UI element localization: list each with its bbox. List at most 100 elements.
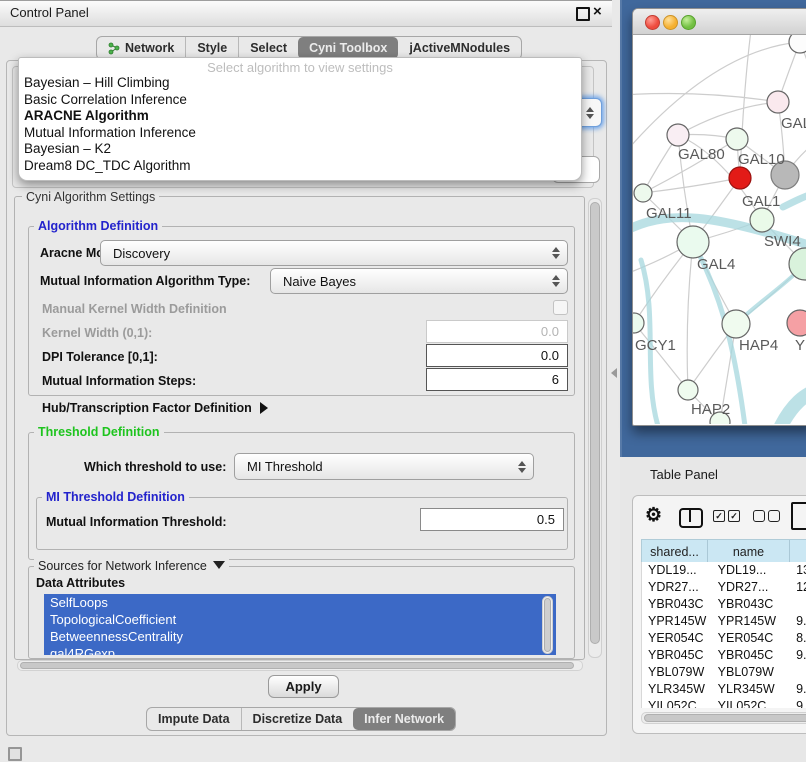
node-swi4[interactable]: [750, 208, 774, 232]
dropdown-item[interactable]: ARACNE Algorithm: [19, 108, 581, 125]
table-row[interactable]: YPR145WYPR145W9.: [642, 613, 806, 630]
network-icon: [108, 42, 121, 55]
tab-jactivemnodules[interactable]: jActiveMNodules: [398, 37, 521, 59]
column-header[interactable]: name: [708, 540, 790, 563]
settings-hscrollbar-thumb[interactable]: [20, 662, 574, 669]
node-gal11[interactable]: [634, 184, 652, 202]
dropdown-item[interactable]: Bayesian – K2: [19, 141, 581, 158]
tab-label: Style: [197, 41, 227, 55]
tab-style[interactable]: Style: [185, 37, 238, 59]
cell: YBR045C: [712, 647, 792, 664]
control-panel-title: Control Panel: [10, 5, 89, 20]
table-row[interactable]: YLR345WYLR345W9.: [642, 681, 806, 698]
cell: YDR27...: [642, 579, 712, 596]
node-gal4[interactable]: [677, 226, 709, 258]
table-row[interactable]: YBL079WYBL079W: [642, 664, 806, 681]
node-gal10[interactable]: [726, 128, 748, 150]
table-row[interactable]: YBR043CYBR043C: [642, 596, 806, 613]
hub-definition-toggle[interactable]: Hub/Transcription Factor Definition: [42, 401, 268, 415]
mi-steps-field[interactable]: 6: [426, 368, 568, 391]
dropdown-item[interactable]: Dream8 DC_TDC Algorithm: [19, 158, 581, 175]
float-window-icon[interactable]: [576, 7, 590, 21]
hub-definition-label: Hub/Transcription Factor Definition: [42, 401, 252, 415]
unchecked-checkbox-icon[interactable]: [753, 510, 765, 522]
settings-vscrollbar-thumb[interactable]: [590, 202, 600, 644]
cell: YDL19...: [642, 562, 712, 579]
manual-kernel-checkbox[interactable]: [553, 300, 568, 315]
tab-select[interactable]: Select: [238, 37, 298, 59]
dropdown-item[interactable]: Mutual Information Inference: [19, 125, 581, 142]
node-hap4[interactable]: [722, 310, 750, 338]
dropdown-item[interactable]: Bayesian – Hill Climbing: [19, 75, 581, 92]
table-row[interactable]: YDL19...YDL19...13: [642, 562, 806, 579]
node-gal80[interactable]: [667, 124, 689, 146]
which-threshold-value: MI Threshold: [235, 459, 323, 474]
cell: YBL079W: [642, 664, 712, 681]
cell: 9.: [792, 647, 806, 664]
kernel-width-field[interactable]: 0.0: [426, 320, 568, 343]
node-unlabeled[interactable]: [789, 35, 806, 53]
splitter-collapse-icon[interactable]: [611, 368, 617, 378]
minimized-panel-icon[interactable]: [8, 747, 22, 761]
checked-checkbox-icon[interactable]: ✓: [713, 510, 725, 522]
data-attributes-list[interactable]: SelfLoops TopologicalCoefficient Between…: [44, 594, 556, 655]
node-gal-cut[interactable]: [767, 91, 789, 113]
table-hscrollbar[interactable]: [641, 712, 806, 724]
show-columns-icon[interactable]: [679, 508, 703, 528]
close-traffic-light-icon[interactable]: [645, 15, 660, 30]
tab-label: Infer Network: [364, 712, 444, 726]
apply-button[interactable]: Apply: [268, 675, 339, 698]
table-hscrollbar-thumb[interactable]: [644, 714, 806, 722]
node-gal1[interactable]: [729, 167, 751, 189]
export-table-icon[interactable]: [791, 502, 806, 530]
attributes-vscrollbar[interactable]: [542, 596, 553, 654]
list-item[interactable]: SelfLoops: [44, 594, 556, 611]
mi-steps-label: Mutual Information Steps:: [42, 374, 196, 388]
table-row[interactable]: YBR045CYBR045C9.: [642, 647, 806, 664]
node-label: GAL80: [678, 146, 725, 163]
zoom-traffic-light-icon[interactable]: [681, 15, 696, 30]
dpi-tolerance-field[interactable]: 0.0: [426, 344, 568, 367]
node-label: HAP2: [691, 401, 730, 418]
list-item[interactable]: gal4RGexp: [44, 645, 556, 655]
checked-checkbox-icon[interactable]: ✓: [728, 510, 740, 522]
node-gcy1[interactable]: [633, 313, 644, 333]
tab-impute-data[interactable]: Impute Data: [147, 708, 241, 730]
list-item[interactable]: TopologicalCoefficient: [44, 611, 556, 628]
dropdown-item[interactable]: Basic Correlation Inference: [19, 92, 581, 109]
table-row[interactable]: YIL052CYIL052C9: [642, 698, 806, 708]
mi-type-label: Mutual Information Algorithm Type:: [40, 274, 250, 288]
aracne-mode-combobox[interactable]: Discovery: [100, 240, 568, 266]
list-item[interactable]: BetweennessCentrality: [44, 628, 556, 645]
node-y-cut[interactable]: [787, 310, 806, 336]
column-header[interactable]: shared...: [642, 540, 708, 563]
unchecked-checkbox-icon[interactable]: [768, 510, 780, 522]
tab-network[interactable]: Network: [97, 37, 185, 59]
tab-infer-network[interactable]: Infer Network: [353, 708, 455, 730]
settings-vscrollbar[interactable]: [588, 198, 602, 658]
table-row[interactable]: YDR27...YDR27...12: [642, 579, 806, 596]
table-body: YDL19...YDL19...13 YDR27...YDR27...12 YB…: [641, 562, 806, 708]
settings-hscrollbar[interactable]: [17, 660, 583, 671]
kernel-width-label: Kernel Width (0,1):: [42, 326, 152, 340]
minimize-traffic-light-icon[interactable]: [663, 15, 678, 30]
gear-icon[interactable]: ⚙: [645, 504, 662, 527]
tab-discretize-data[interactable]: Discretize Data: [241, 708, 354, 730]
threshold-definition-title: Threshold Definition: [34, 425, 164, 439]
cell: YPR145W: [642, 613, 712, 630]
mi-threshold-field[interactable]: 0.5: [420, 508, 564, 531]
node-label: Y: [795, 337, 805, 354]
network-canvas[interactable]: GAL GAL80 GAL10 GAL1 GAL11 SWI4 GAL4 GCY…: [633, 35, 806, 424]
tab-cyni-toolbox[interactable]: Cyni Toolbox: [298, 37, 398, 59]
mi-type-combobox[interactable]: Naive Bayes: [270, 268, 568, 294]
node-hap2[interactable]: [678, 380, 698, 400]
close-icon[interactable]: ×: [593, 3, 602, 20]
attributes-vscrollbar-thumb[interactable]: [544, 598, 551, 652]
network-window[interactable]: GAL GAL80 GAL10 GAL1 GAL11 SWI4 GAL4 GCY…: [632, 8, 806, 426]
table-row[interactable]: YER054CYER054C8.: [642, 630, 806, 647]
column-header[interactable]: A: [790, 540, 806, 563]
network-window-titlebar[interactable]: [633, 9, 806, 35]
cell: YDL19...: [712, 562, 792, 579]
which-threshold-combobox[interactable]: MI Threshold: [234, 453, 534, 480]
sources-toggle[interactable]: Sources for Network Inference: [34, 559, 229, 573]
